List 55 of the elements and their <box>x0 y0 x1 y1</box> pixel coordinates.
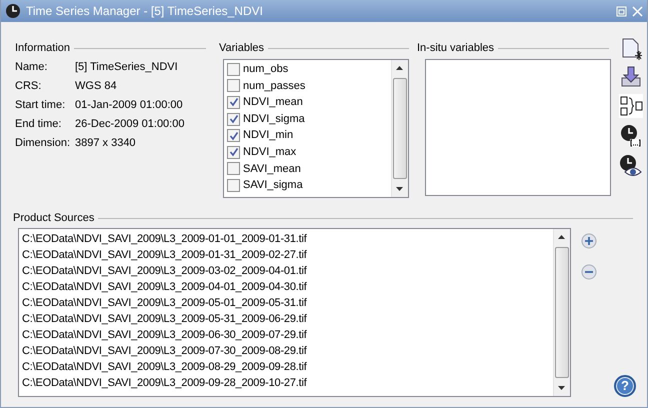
field-value: WGS 84 <box>75 79 117 94</box>
help-button[interactable]: ? <box>614 375 636 397</box>
file-path[interactable]: C:\EOData\NDVI_SAVI_2009\L3_2009-05-31_2009-06-29.tif <box>19 311 553 327</box>
field-value: 3897 x 3340 <box>75 136 136 152</box>
add-icon[interactable] <box>581 233 597 249</box>
field-value: 26-Dec-2009 01:00:00 <box>75 117 184 132</box>
file-path[interactable]: C:\EOData\NDVI_SAVI_2009\L3_2009-07-30_2009-08-29.tif <box>19 343 553 359</box>
variable-label: NDVI_max <box>243 145 296 160</box>
checkbox[interactable] <box>227 112 240 126</box>
file-path[interactable]: C:\EOData\NDVI_SAVI_2009\L3_2009-05-01_2009-05-31.tif <box>19 295 553 311</box>
variable-label: num_obs <box>243 62 288 78</box>
clock-eye-icon[interactable] <box>619 154 643 178</box>
scrollbar[interactable] <box>553 229 570 396</box>
variable-label: NDVI_mean <box>243 95 303 110</box>
checkbox[interactable] <box>227 62 240 76</box>
window-title: Time Series Manager - [5] TimeSeries_NDVI <box>26 3 264 20</box>
checkbox[interactable] <box>227 178 240 192</box>
field-label: End time: <box>15 117 62 132</box>
checkbox[interactable] <box>227 146 240 159</box>
variable-label: NDVI_min <box>243 128 294 144</box>
checkbox[interactable] <box>227 129 240 142</box>
checkbox[interactable] <box>227 79 240 92</box>
section-heading: Variables <box>219 40 264 56</box>
field-value: 01-Jan-2009 01:00:00 <box>75 98 183 114</box>
rename-icon[interactable] <box>619 94 643 118</box>
variable-label: SAVI_sigma <box>243 178 303 194</box>
field-label: Start time: <box>15 98 66 114</box>
field-label: Dimension: <box>15 136 72 152</box>
restore-icon[interactable] <box>616 6 627 16</box>
file-path[interactable]: C:\EOData\NDVI_SAVI_2009\L3_2009-09-28_2009-10-27.tif <box>19 375 553 391</box>
file-path[interactable]: C:\EOData\NDVI_SAVI_2009\L3_2009-01-31_2009-02-27.tif <box>19 247 553 263</box>
file-path[interactable]: C:\EOData\NDVI_SAVI_2009\L3_2009-04-01_2009-04-30.tif <box>19 279 553 295</box>
scrollbar[interactable] <box>391 60 408 197</box>
variable-label: num_passes <box>243 78 306 94</box>
close-icon[interactable] <box>632 6 643 16</box>
insitu-list[interactable] <box>425 59 611 196</box>
file-path[interactable]: C:\EOData\NDVI_SAVI_2009\L3_2009-06-30_2009-07-29.tif <box>19 327 553 343</box>
field-label: CRS: <box>15 79 42 94</box>
field-label: Name: <box>15 60 48 76</box>
clock-icon <box>5 3 21 19</box>
variable-label: NDVI_sigma <box>243 112 305 127</box>
remove-icon[interactable] <box>581 264 597 280</box>
new-document-icon[interactable] <box>620 38 642 60</box>
field-value: [5] TimeSeries_NDVI <box>75 60 178 76</box>
clock-bracket-icon[interactable] <box>620 124 642 148</box>
variable-label: SAVI_mean <box>243 162 301 177</box>
file-path[interactable]: C:\EOData\NDVI_SAVI_2009\L3_2009-08-29_2009-09-28.tif <box>19 359 553 375</box>
file-path[interactable]: C:\EOData\NDVI_SAVI_2009\L3_2009-01-01_2009-01-31.tif <box>19 231 553 247</box>
file-path[interactable]: C:\EOData\NDVI_SAVI_2009\L3_2009-03-02_2009-04-01.tif <box>19 263 553 279</box>
checkbox[interactable] <box>227 162 240 176</box>
section-heading: Product Sources <box>13 210 94 226</box>
checkbox[interactable] <box>227 96 240 109</box>
download-icon[interactable] <box>620 66 642 88</box>
section-heading: In-situ variables <box>417 40 494 56</box>
section-heading: Information <box>15 40 70 56</box>
